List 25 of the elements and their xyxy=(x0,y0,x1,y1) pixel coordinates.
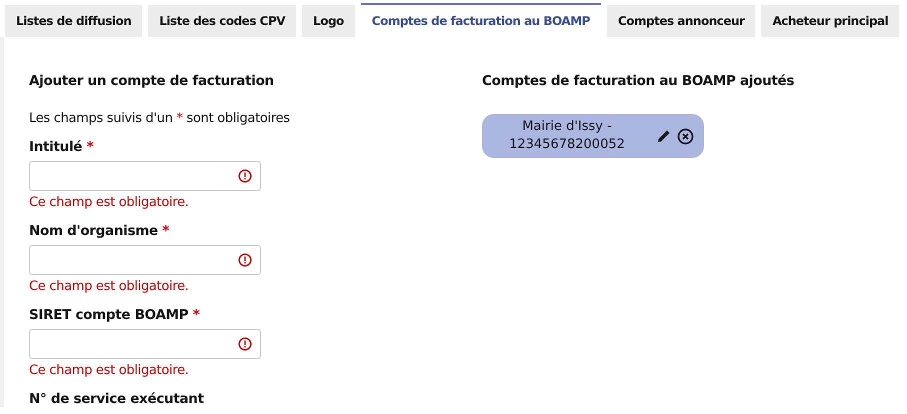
input-field[interactable] xyxy=(29,245,261,275)
pencil-icon[interactable] xyxy=(656,128,672,144)
error-icon xyxy=(238,337,252,351)
tab[interactable]: Acheteur principal xyxy=(761,5,900,37)
field-label: Nom d'organisme * xyxy=(29,223,170,239)
field-label: Intitulé * xyxy=(29,139,94,155)
input-field[interactable] xyxy=(29,329,261,359)
close-icon[interactable] xyxy=(677,128,694,144)
input-field[interactable] xyxy=(29,161,261,191)
tab[interactable]: Liste des codes CPV xyxy=(148,5,296,37)
error-icon xyxy=(238,253,252,267)
field-label: N° de service exécutant xyxy=(29,391,204,407)
error-message: Ce champ est obligatoire. xyxy=(29,363,189,378)
error-message: Ce champ est obligatoire. xyxy=(29,195,189,210)
tab[interactable]: Comptes annonceur xyxy=(606,5,756,37)
account-text: Mairie d'Issy - xyxy=(521,118,613,136)
tab[interactable]: Logo xyxy=(302,5,355,37)
error-message: Ce champ est obligatoire. xyxy=(29,279,189,294)
account-text: 12345678200052 xyxy=(508,136,626,154)
tab[interactable]: Listes de diffusion xyxy=(5,5,142,37)
field-label: SIRET compte BOAMP * xyxy=(29,307,200,323)
error-icon xyxy=(238,169,252,183)
form-title: Ajouter un compte de facturation xyxy=(29,73,275,89)
section-title: Comptes de facturation au BOAMP ajoutés xyxy=(482,73,794,89)
required-note: Les champs suivis d'un * sont obligatoires xyxy=(29,111,291,126)
